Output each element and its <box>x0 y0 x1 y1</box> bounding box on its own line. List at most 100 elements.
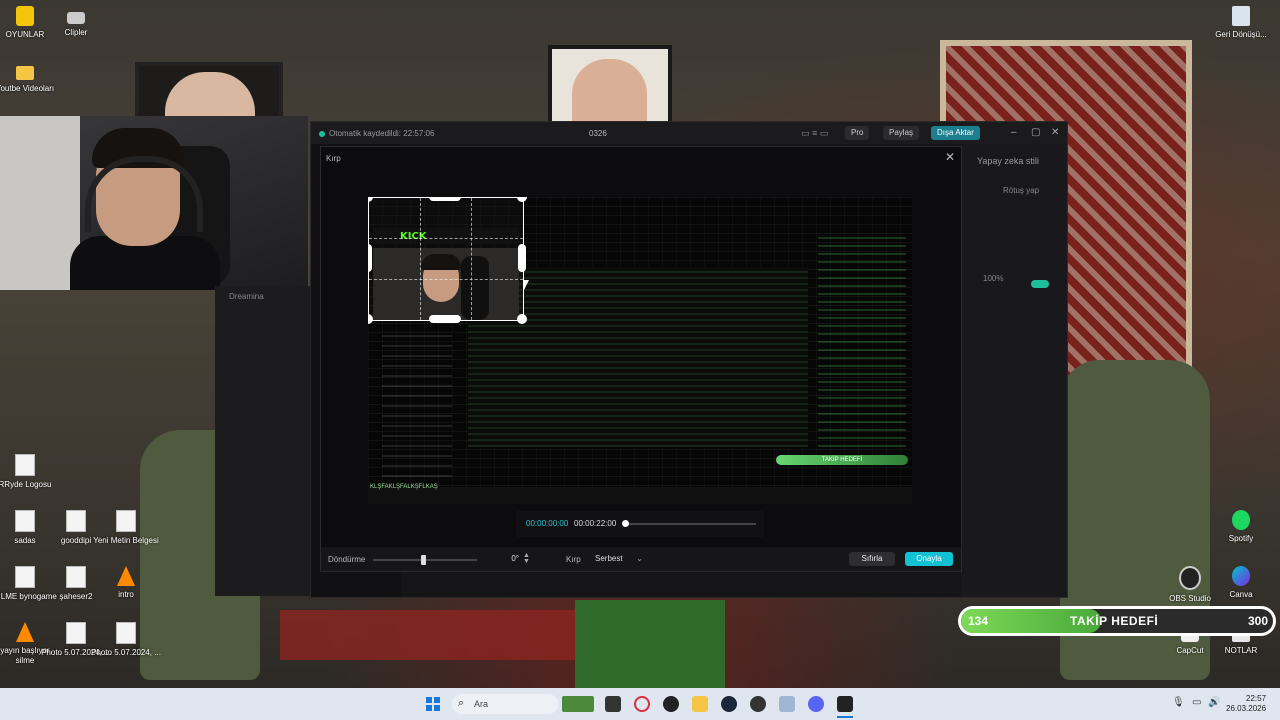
settings-icon[interactable] <box>779 696 795 712</box>
follow-goal-bar: 134 TAKİP HEDEFİ 300 <box>958 606 1276 636</box>
kick-logo: KICK <box>400 231 427 242</box>
clock-time: 22:57 <box>1246 694 1267 703</box>
crop-handle-bottom-right[interactable] <box>517 314 527 324</box>
desktop-icon-canva[interactable]: Canva <box>1206 566 1276 600</box>
properties-panel: Yapay zeka stili Rötuş yap 100% <box>961 144 1067 597</box>
desktop-icon-clipler[interactable]: Clipler <box>41 6 111 38</box>
desktop-icon-yeni-metin-belgesi[interactable]: Yeni Metin Belgesi <box>91 510 161 546</box>
file-explorer-icon[interactable] <box>692 696 708 712</box>
search-icon: ⌕ <box>458 697 465 709</box>
mouse-cursor <box>524 280 529 290</box>
chevron-down-icon: ⌄ <box>636 554 643 563</box>
crop-selection-box[interactable]: KICK <box>368 197 524 321</box>
wall-portrait <box>548 45 672 131</box>
search-highlight-icon <box>562 696 594 712</box>
opera-icon[interactable] <box>634 696 650 712</box>
document-icon <box>15 510 35 532</box>
toggle-switch[interactable] <box>1031 280 1049 288</box>
confirm-button[interactable]: Onayla <box>905 552 953 566</box>
vlc-cone-icon <box>16 622 34 642</box>
clock-date: 26.03.2026 <box>1226 704 1267 713</box>
capcut-taskbar-icon[interactable] <box>605 696 621 712</box>
follow-goal-current: 134 <box>968 614 989 628</box>
video-stream-text: KLŞFAKLŞFALKŞFLKAŞ <box>370 484 438 490</box>
layout-icon[interactable]: ▭ ≡ ▭ <box>801 128 828 139</box>
current-time: 00:00:00:00 <box>526 519 569 528</box>
desktop-icon-photo-2[interactable]: Photo 5.07.2024, ... <box>91 622 161 658</box>
spotify-icon <box>1232 510 1250 530</box>
desktop-icon-spotify[interactable]: Spotify <box>1206 510 1276 544</box>
system-clock[interactable]: 22:57 26.03.2026 <box>1226 694 1266 714</box>
taskbar-search[interactable]: ⌕ Ara <box>452 694 594 714</box>
close-window-icon[interactable]: ✕ <box>1051 127 1059 138</box>
pro-button[interactable]: Pro <box>845 126 870 140</box>
volume-icon[interactable]: 🔊 <box>1208 697 1220 708</box>
crop-guide-horizontal-2 <box>369 279 523 280</box>
desktop-icon-recycle-bin[interactable]: Geri Dönüşü... <box>1206 6 1276 40</box>
minimize-icon[interactable]: – <box>1011 127 1017 138</box>
windows-start-icon[interactable] <box>426 697 440 711</box>
canva-icon <box>1232 566 1250 586</box>
document-icon <box>66 510 86 532</box>
document-icon <box>66 622 86 644</box>
scrub-track[interactable] <box>628 523 756 525</box>
vlc-cone-icon <box>117 566 135 586</box>
video-frame-taskbar <box>368 487 912 504</box>
crop-handle-top[interactable] <box>429 197 461 201</box>
export-button[interactable]: Dışa Aktar <box>931 126 980 140</box>
video-frame-chat <box>818 237 906 447</box>
confirm-label: Onayla <box>916 554 942 563</box>
dreamina-label[interactable]: Dreamina <box>229 292 264 301</box>
crop-guide-vertical-1 <box>420 198 421 320</box>
close-icon[interactable]: ✕ <box>945 150 955 164</box>
microphone-icon[interactable]: 🎙 <box>1172 697 1185 708</box>
follow-goal-title: TAKİP HEDEFİ <box>1070 614 1159 628</box>
maximize-icon[interactable]: ▢ <box>1031 127 1040 138</box>
rotate-value-input[interactable]: 0° <box>479 552 519 566</box>
crop-label: Kırp <box>566 555 581 564</box>
steam-icon[interactable] <box>721 696 737 712</box>
crop-canvas[interactable]: TAKİP HEDEFİ KLŞFAKLŞFALKŞFLKAŞ KICK <box>368 197 912 504</box>
document-icon <box>15 454 35 476</box>
desktop-icon-intro[interactable]: intro <box>91 566 161 600</box>
project-name: 0326 <box>589 129 607 138</box>
crop-ratio-select[interactable]: Serbest ⌄ <box>591 552 647 566</box>
kick-header <box>373 228 519 244</box>
crop-handle-right[interactable] <box>518 244 526 272</box>
reset-button[interactable]: Sıfırla <box>849 552 895 566</box>
discord-icon[interactable] <box>808 696 824 712</box>
scale-percent[interactable]: 100% <box>983 274 1003 283</box>
crop-dialog: Kırp ✕ TAKİP HEDEFİ KLŞFAKLŞFALKŞFLKAŞ K… <box>320 146 962 572</box>
document-icon <box>66 566 86 588</box>
webcam-overlay <box>0 116 308 290</box>
ai-style-heading: Yapay zeka stili <box>977 156 1039 166</box>
active-app-indicator <box>837 716 853 718</box>
crop-guide-horizontal-1 <box>369 238 523 239</box>
crop-handle-left[interactable] <box>368 244 372 272</box>
share-button[interactable]: Paylaş <box>883 126 920 140</box>
reset-label: Sıfırla <box>861 554 883 563</box>
obs-icon <box>1179 566 1201 590</box>
desktop-icon-rryde-logosu[interactable]: RRyde Logosu <box>0 454 60 490</box>
crop-guide-vertical-2 <box>471 198 472 320</box>
document-icon <box>15 566 35 588</box>
rotate-stepper-icon[interactable]: ▲ ▼ <box>523 552 530 565</box>
search-placeholder: Ara <box>474 699 489 709</box>
retouch-label[interactable]: Rötuş yap <box>1003 186 1039 195</box>
taskbar: ⌕ Ara 🎙 ▭ 🔊 22:57 26.03.2026 <box>0 688 1280 720</box>
capcut-active-icon[interactable] <box>837 696 853 712</box>
media-panel: Dreamina <box>215 286 310 596</box>
rotate-slider-thumb[interactable] <box>421 555 426 565</box>
game-launcher-icon[interactable] <box>750 696 766 712</box>
crop-dialog-title: Kırp <box>326 154 341 163</box>
desktop-icon-youtube-videolari[interactable]: Youtbe Videoları <box>0 62 60 94</box>
video-goal-overlay: TAKİP HEDEFİ <box>776 455 908 465</box>
network-icon[interactable]: ▭ <box>1192 697 1201 708</box>
follow-goal-target: 300 <box>1247 614 1268 628</box>
document-icon <box>116 622 136 644</box>
video-frame-sidebar <box>382 327 452 477</box>
obs-taskbar-icon[interactable] <box>663 696 679 712</box>
crop-controls: Döndürme 0° ▲ ▼ Kırp Serbest ⌄ Sıfırla On… <box>321 547 961 571</box>
scrub-handle[interactable] <box>622 520 629 527</box>
crop-handle-bottom[interactable] <box>429 315 461 323</box>
